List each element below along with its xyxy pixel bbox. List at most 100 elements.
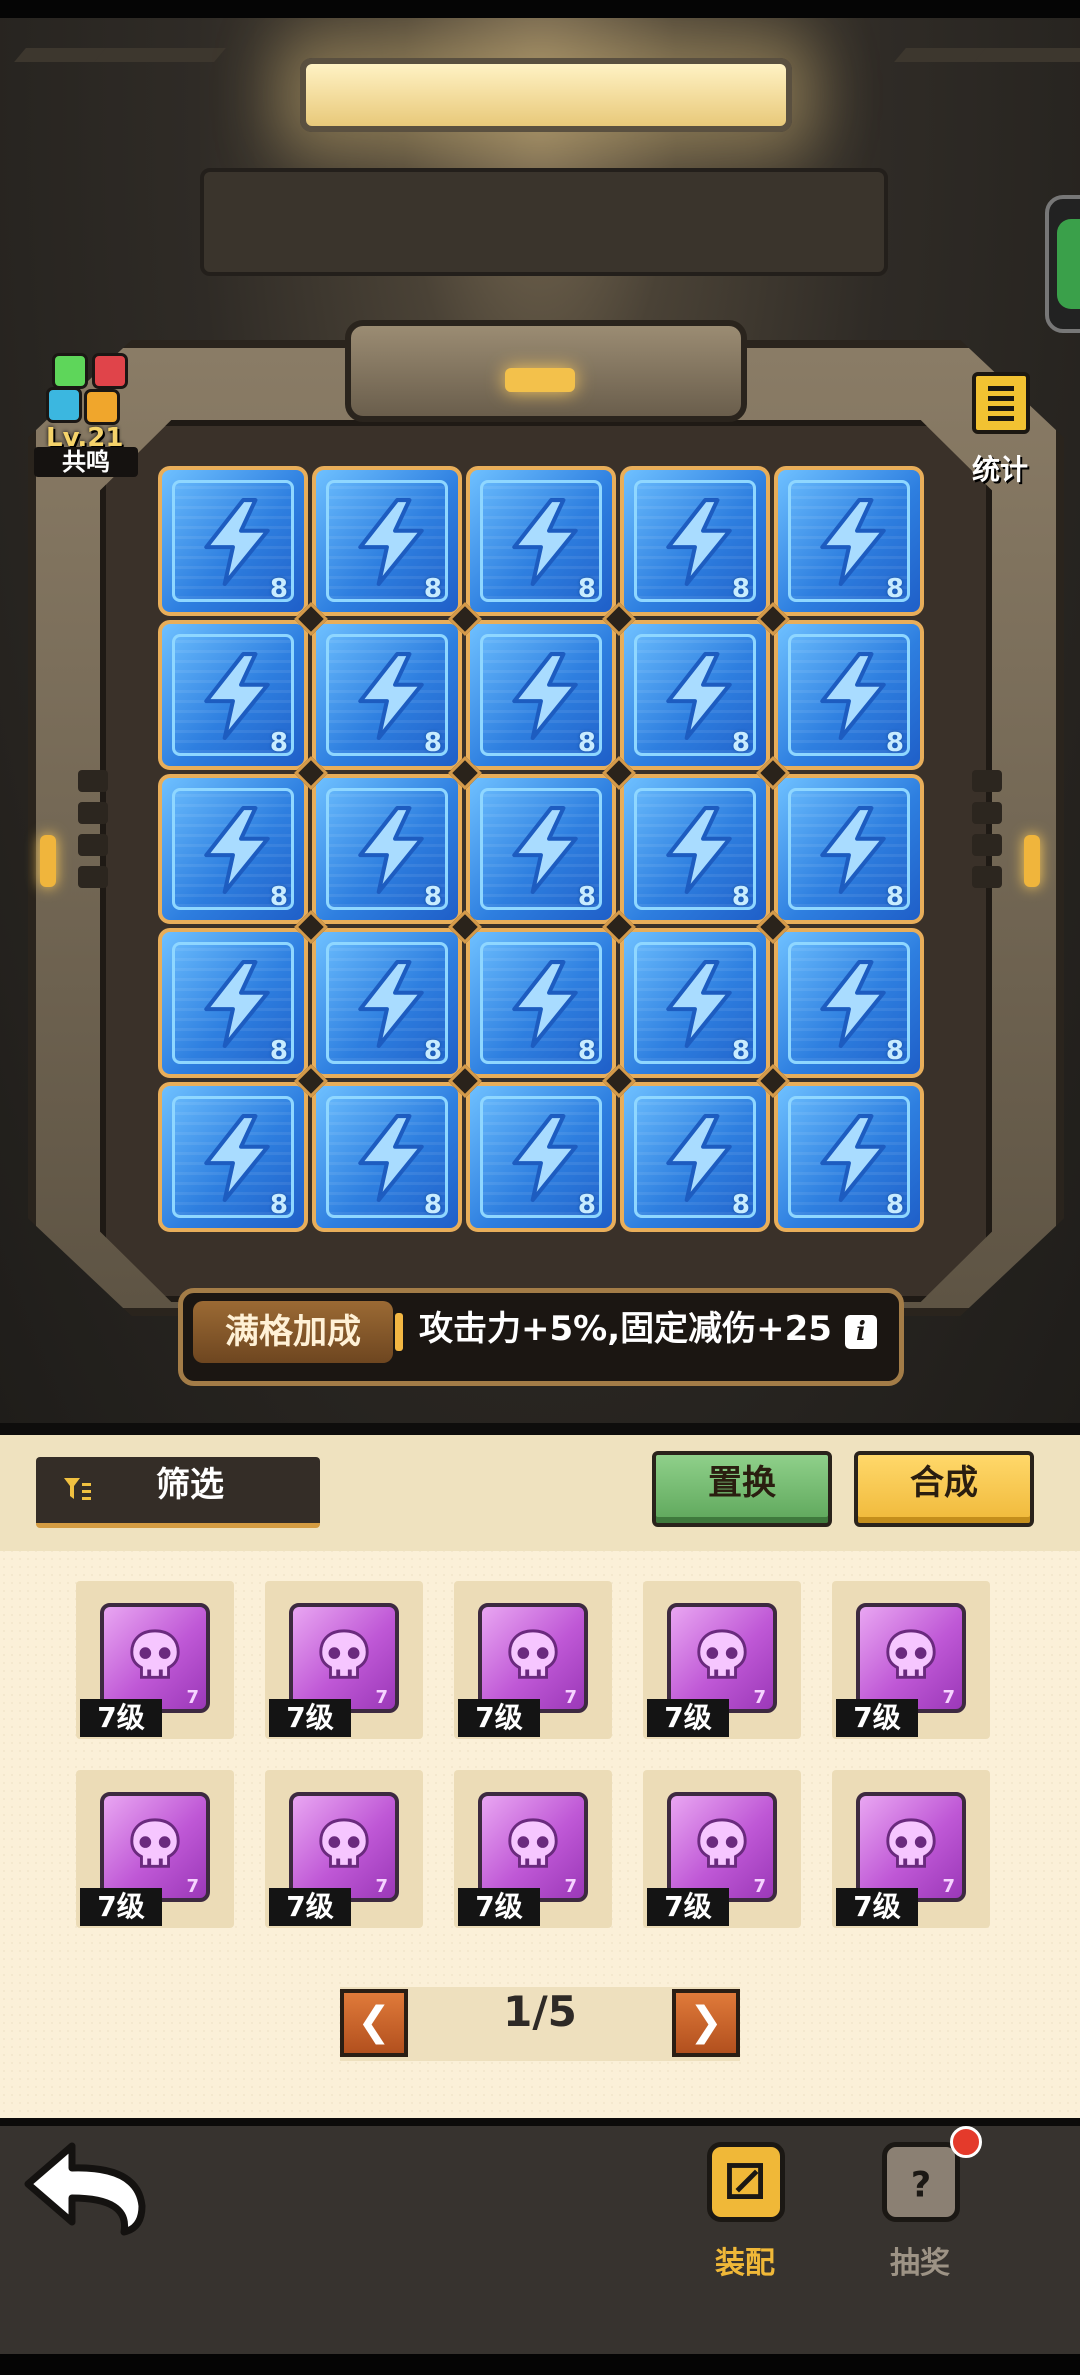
board-chip-cell[interactable]: 8 xyxy=(620,928,770,1078)
chip-level: 8 xyxy=(269,1190,288,1220)
skull-icon xyxy=(508,1629,558,1679)
resonance-label: 共鸣 xyxy=(34,447,138,477)
chip-level: 7 xyxy=(942,1687,955,1708)
left-vents xyxy=(78,770,108,930)
info-icon[interactable]: i xyxy=(845,1315,877,1349)
stats-label: 统计 xyxy=(971,453,1028,486)
chip-board: 8 8 8 8 8 8 8 8 8 8 8 8 8 8 8 8 8 8 8 8 8 8 8 8 8 xyxy=(158,466,924,1232)
item-level-label: 7级 xyxy=(647,1888,729,1926)
back-arrow-icon[interactable] xyxy=(20,2132,150,2240)
skull-icon xyxy=(319,1818,369,1868)
board-chip-cell[interactable]: 8 xyxy=(620,774,770,924)
ceiling-stripe xyxy=(974,48,1080,62)
chip-level: 8 xyxy=(577,728,596,758)
board-chip-cell[interactable]: 8 xyxy=(466,466,616,616)
chip-level: 8 xyxy=(423,1190,442,1220)
item-level-label: 7级 xyxy=(269,1699,351,1737)
resonance-button[interactable]: Lv.21 共鸣 xyxy=(26,325,146,477)
inventory-item[interactable]: 7 7级 xyxy=(76,1581,234,1739)
chip-level: 7 xyxy=(186,1687,199,1708)
inventory-item[interactable]: 7 7级 xyxy=(265,1581,423,1739)
board-chip-cell[interactable]: 8 xyxy=(774,928,924,1078)
board-chip-cell[interactable]: 8 xyxy=(312,928,462,1078)
board-chip-cell[interactable]: 8 xyxy=(466,774,616,924)
skull-icon xyxy=(130,1629,180,1679)
lightning-icon xyxy=(820,652,886,740)
replace-button[interactable]: 置换 xyxy=(652,1451,832,1527)
board-chip-cell[interactable]: 8 xyxy=(774,466,924,616)
lightning-icon xyxy=(358,960,424,1048)
inventory-item[interactable]: 7 7级 xyxy=(832,1581,990,1739)
board-chip-cell[interactable]: 8 xyxy=(620,620,770,770)
inventory-panel: 筛选 置换 合成 7 7级 7 7级 7 7级 7 7级 7 7级 7 7级 7 7级 7 7级 7 7级 7 7级 … xyxy=(0,1435,1080,2118)
board-chip-cell[interactable]: 8 xyxy=(312,774,462,924)
lightning-icon xyxy=(512,498,578,586)
board-chip-cell[interactable]: 8 xyxy=(774,620,924,770)
filter-button[interactable]: 筛选 xyxy=(36,1457,320,1528)
board-chip-cell[interactable]: 8 xyxy=(158,774,308,924)
inventory-item[interactable]: 7 7级 xyxy=(76,1770,234,1928)
board-chip-cell[interactable]: 8 xyxy=(312,1082,462,1232)
skull-icon xyxy=(130,1818,180,1868)
board-chip-cell[interactable]: 8 xyxy=(620,466,770,616)
chip-level: 7 xyxy=(942,1876,955,1897)
lightning-icon xyxy=(512,960,578,1048)
lightning-icon xyxy=(358,652,424,740)
ceiling-light xyxy=(300,58,792,132)
notification-dot xyxy=(950,2126,982,2158)
skull-chip: 7 xyxy=(100,1603,210,1713)
board-chip-cell[interactable]: 8 xyxy=(158,466,308,616)
chip-level: 8 xyxy=(731,728,750,758)
chip-level: 8 xyxy=(577,574,596,604)
stats-button[interactable]: 统计 xyxy=(960,368,1040,486)
skull-chip: 7 xyxy=(478,1603,588,1713)
inventory-item[interactable]: 7 7级 xyxy=(643,1770,801,1928)
lightning-icon xyxy=(820,498,886,586)
inventory-item[interactable]: 7 7级 xyxy=(832,1770,990,1928)
board-chip-cell[interactable]: 8 xyxy=(158,620,308,770)
board-chip-cell[interactable]: 8 xyxy=(774,1082,924,1232)
skull-chip: 7 xyxy=(856,1792,966,1902)
skull-chip: 7 xyxy=(289,1603,399,1713)
chip-level: 8 xyxy=(577,1190,596,1220)
bottom-separator xyxy=(0,2118,1080,2126)
prev-page-button[interactable]: ❮ xyxy=(340,1989,408,2057)
full-grid-bonus-bar: 满格加成 攻击力+5%,固定减伤+25 i xyxy=(178,1288,904,1386)
item-level-label: 7级 xyxy=(647,1699,729,1737)
item-level-label: 7级 xyxy=(80,1888,162,1926)
bonus-separator xyxy=(395,1313,403,1351)
board-chip-cell[interactable]: 8 xyxy=(158,928,308,1078)
next-page-button[interactable]: ❯ xyxy=(672,1989,740,2057)
inventory-item[interactable]: 7 7级 xyxy=(454,1581,612,1739)
chip-level: 7 xyxy=(186,1876,199,1897)
lightning-icon xyxy=(204,498,270,586)
frame-cap-light xyxy=(505,368,575,392)
chip-level: 8 xyxy=(423,574,442,604)
inventory-item[interactable]: 7 7级 xyxy=(454,1770,612,1928)
lightning-icon xyxy=(512,1114,578,1202)
board-chip-cell[interactable]: 8 xyxy=(774,774,924,924)
inventory-item[interactable]: 7 7级 xyxy=(643,1581,801,1739)
chip-level: 7 xyxy=(753,1687,766,1708)
board-chip-cell[interactable]: 8 xyxy=(466,1082,616,1232)
board-chip-cell[interactable]: 8 xyxy=(158,1082,308,1232)
skull-icon xyxy=(697,1818,747,1868)
compose-button[interactable]: 合成 xyxy=(854,1451,1034,1527)
lottery-nav-button[interactable]: ? 抽奖 xyxy=(860,2142,980,2282)
lightning-icon xyxy=(820,806,886,894)
equip-nav-button[interactable]: 装配 xyxy=(685,2142,805,2282)
bonus-text: 攻击力+5%,固定减伤+25 xyxy=(419,1309,832,1349)
chip-level: 8 xyxy=(731,1036,750,1066)
chip-level: 8 xyxy=(731,882,750,912)
side-edge-button[interactable] xyxy=(1045,195,1080,333)
board-chip-cell[interactable]: 8 xyxy=(312,466,462,616)
skull-chip: 7 xyxy=(667,1792,777,1902)
board-chip-cell[interactable]: 8 xyxy=(620,1082,770,1232)
filter-label: 筛选 xyxy=(156,1465,224,1505)
board-chip-cell[interactable]: 8 xyxy=(312,620,462,770)
board-chip-cell[interactable]: 8 xyxy=(466,928,616,1078)
board-chip-cell[interactable]: 8 xyxy=(466,620,616,770)
lightning-icon xyxy=(820,1114,886,1202)
red-gem-icon xyxy=(92,353,128,389)
inventory-item[interactable]: 7 7级 xyxy=(265,1770,423,1928)
